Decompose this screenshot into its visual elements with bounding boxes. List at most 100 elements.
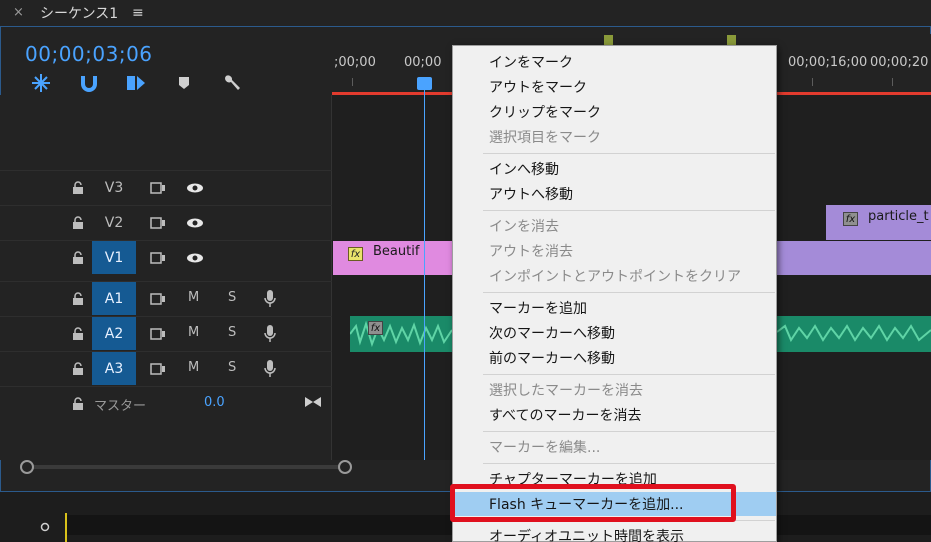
master-label: マスター <box>94 399 147 414</box>
sync-lock-icon[interactable] <box>150 328 166 340</box>
lock-icon[interactable] <box>72 216 84 229</box>
microphone-icon[interactable] <box>264 290 276 308</box>
ruler-tick <box>812 78 813 86</box>
lock-icon[interactable] <box>72 292 84 305</box>
track-name[interactable]: V3 <box>92 171 136 204</box>
sync-lock-icon[interactable] <box>150 293 166 305</box>
ruler-label: ;00;00 <box>334 55 376 70</box>
ruler-marker[interactable] <box>604 35 613 45</box>
menu-go-to-in[interactable]: インへ移動 <box>453 157 776 181</box>
ruler-label: 00;00;16;00 <box>788 55 868 70</box>
track-name[interactable]: V1 <box>92 241 136 274</box>
menu-prev-marker[interactable]: 前のマーカーへ移動 <box>453 346 776 370</box>
menu-separator <box>483 292 775 293</box>
menu-clear-selected-marker: 選択したマーカーを消去 <box>489 383 643 399</box>
track-name[interactable]: A1 <box>92 282 136 315</box>
v1-clip[interactable]: fx Beautif <box>333 241 453 275</box>
menu-mark-out[interactable]: アウトをマーク <box>453 75 776 99</box>
circle-icon[interactable] <box>40 522 50 532</box>
add-marker-icon[interactable] <box>172 72 196 94</box>
track-name[interactable]: A3 <box>92 352 136 385</box>
nest-sequence-icon[interactable] <box>29 72 53 94</box>
menu-mark-in[interactable]: インをマーク <box>453 50 776 74</box>
track-header-a3[interactable]: A3 M S <box>0 351 332 385</box>
mute-button[interactable]: M <box>188 290 199 305</box>
track-header-a1[interactable]: A1 M S <box>0 281 332 315</box>
menu-mark-selection: 選択項目をマーク <box>489 130 601 146</box>
sync-lock-icon[interactable] <box>150 182 166 194</box>
track-name[interactable]: V2 <box>92 206 136 239</box>
sync-lock-icon[interactable] <box>150 363 166 375</box>
microphone-icon[interactable] <box>264 360 276 378</box>
menu-separator <box>483 463 775 464</box>
eye-icon[interactable] <box>186 183 204 193</box>
menu-clear-out: アウトを消去 <box>489 244 573 260</box>
ruler-label: 00;00 <box>404 55 442 70</box>
menu-go-to-out[interactable]: アウトへ移動 <box>453 182 776 206</box>
bowtie-icon[interactable] <box>304 396 322 408</box>
ruler-tick <box>892 78 893 86</box>
scrollbar-track[interactable] <box>26 465 346 469</box>
solo-button[interactable]: S <box>228 325 236 340</box>
snap-magnet-icon[interactable] <box>77 72 101 94</box>
fx-badge: fx <box>843 212 858 226</box>
playhead-line[interactable] <box>424 78 425 460</box>
scroll-handle-left[interactable] <box>20 460 34 474</box>
wrench-settings-icon[interactable] <box>220 72 244 94</box>
playhead-handle[interactable] <box>417 77 432 90</box>
lock-icon[interactable] <box>72 397 84 410</box>
solo-button[interactable]: S <box>228 360 236 375</box>
lock-icon[interactable] <box>72 362 84 375</box>
menu-separator <box>483 374 775 375</box>
mute-button[interactable]: M <box>188 360 199 375</box>
menu-add-marker[interactable]: マーカーを追加 <box>453 296 776 320</box>
menu-clear-in: インを消去 <box>489 219 559 235</box>
menu-separator <box>483 153 775 154</box>
track-name[interactable]: A2 <box>92 317 136 350</box>
linked-selection-icon[interactable] <box>124 72 148 94</box>
horizontal-scrollbar[interactable] <box>20 460 352 474</box>
sequence-tab-title[interactable]: シーケンス1 <box>40 3 118 23</box>
fx-badge: fx <box>348 247 363 261</box>
track-header-v1[interactable]: V1 <box>0 240 332 274</box>
mute-button[interactable]: M <box>188 325 199 340</box>
sync-lock-icon[interactable] <box>150 252 166 264</box>
fx-badge: fx <box>368 321 383 335</box>
ruler-tick <box>352 78 353 86</box>
a2-audio-clip-right[interactable] <box>777 316 931 352</box>
panel-menu-icon[interactable]: ≡ <box>132 5 144 21</box>
track-header-v3[interactable]: V3 <box>0 170 332 204</box>
lower-playhead <box>65 513 67 542</box>
close-tab-icon[interactable]: × <box>13 5 24 20</box>
track-header-master[interactable]: マスター 0.0 <box>0 386 332 420</box>
menu-clear-in-out: インポイントとアウトポイントをクリア <box>489 269 741 285</box>
scroll-handle-right[interactable] <box>338 460 352 474</box>
menu-show-audio-time-units[interactable]: オーディオユニット時間を表示 <box>453 524 776 542</box>
clip-label: particle_t <box>868 209 929 224</box>
lock-icon[interactable] <box>72 251 84 264</box>
eye-icon[interactable] <box>186 218 204 228</box>
menu-mark-clip[interactable]: クリップをマーク <box>453 100 776 124</box>
timecode-display[interactable]: 00;00;03;06 <box>25 42 153 66</box>
microphone-icon[interactable] <box>264 325 276 343</box>
track-header-a2[interactable]: A2 M S <box>0 316 332 350</box>
master-volume-value[interactable]: 0.0 <box>204 395 225 410</box>
track-header-v2[interactable]: V2 <box>0 205 332 239</box>
ruler-marker[interactable] <box>727 35 736 45</box>
menu-separator <box>483 431 775 432</box>
sync-lock-icon[interactable] <box>150 217 166 229</box>
eye-icon[interactable] <box>186 253 204 263</box>
lock-icon[interactable] <box>72 327 84 340</box>
ruler-label: 00;00;20 <box>870 55 929 70</box>
panel-header: × シーケンス1 ≡ <box>0 0 931 26</box>
v2-clip[interactable]: fx particle_t <box>826 205 931 240</box>
menu-clear-all-markers[interactable]: すべてのマーカーを消去 <box>453 403 776 427</box>
highlight-annotation-box <box>450 484 736 522</box>
menu-next-marker[interactable]: 次のマーカーへ移動 <box>453 321 776 345</box>
solo-button[interactable]: S <box>228 290 236 305</box>
menu-separator <box>483 210 775 211</box>
context-menu: インをマーク アウトをマーク クリップをマーク 選択項目をマーク インへ移動 ア… <box>452 45 777 542</box>
v1-clip-right[interactable] <box>775 241 931 275</box>
a2-audio-clip[interactable]: fx <box>350 316 452 352</box>
lock-icon[interactable] <box>72 181 84 194</box>
